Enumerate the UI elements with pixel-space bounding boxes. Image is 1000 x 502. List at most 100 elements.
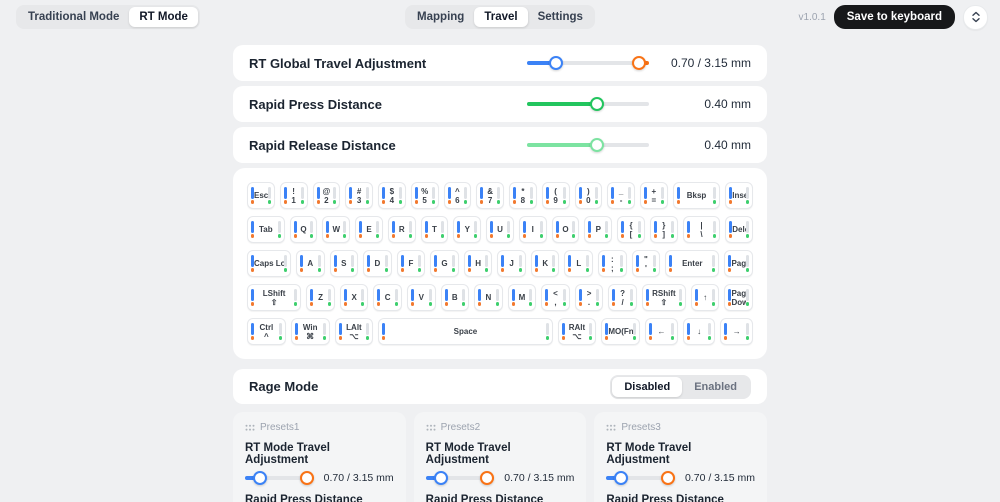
rt-indicator <box>746 323 749 340</box>
key-s[interactable]: S <box>330 250 359 277</box>
key--[interactable]: @2 <box>313 182 341 209</box>
tab-mapping[interactable]: Mapping <box>407 7 474 27</box>
key-y[interactable]: Y <box>453 216 481 243</box>
value-slider[interactable] <box>527 138 649 152</box>
key-l[interactable]: L <box>564 250 593 277</box>
save-to-keyboard-button[interactable]: Save to keyboard <box>834 5 955 29</box>
range-slider[interactable] <box>245 471 314 485</box>
rt-indicator <box>497 187 500 204</box>
tab-settings[interactable]: Settings <box>528 7 593 27</box>
min-thumb[interactable] <box>253 471 267 485</box>
mode-rt-mode[interactable]: RT Mode <box>129 7 198 27</box>
key-page[interactable]: PageDown <box>724 284 753 311</box>
key-k[interactable]: K <box>531 250 560 277</box>
key--[interactable]: ^6 <box>444 182 472 209</box>
slider-thumb[interactable] <box>590 97 604 111</box>
key-r[interactable]: R <box>388 216 416 243</box>
key-h[interactable]: H <box>464 250 493 277</box>
key--[interactable]: += <box>640 182 668 209</box>
key-esc[interactable]: Esc <box>247 182 275 209</box>
key--[interactable]: $4 <box>378 182 406 209</box>
min-thumb[interactable] <box>549 56 563 70</box>
key--[interactable]: |\ <box>683 216 721 243</box>
key--[interactable]: >. <box>575 284 604 311</box>
key-f[interactable]: F <box>397 250 426 277</box>
key-bksp[interactable]: Bksp <box>673 182 721 209</box>
key-ralt[interactable]: RAlt⌥ <box>558 318 597 345</box>
key-label: Delete <box>732 225 746 234</box>
key-rshift[interactable]: RShift⇧ <box>642 284 686 311</box>
key-delete[interactable]: Delete <box>725 216 753 243</box>
chevron-up-down-button[interactable] <box>963 5 988 30</box>
key-page-up[interactable]: Page Up <box>724 250 753 277</box>
key--[interactable]: _- <box>607 182 635 209</box>
key-n[interactable]: N <box>474 284 503 311</box>
key-d[interactable]: D <box>363 250 392 277</box>
key-e[interactable]: E <box>355 216 383 243</box>
key--[interactable]: }] <box>650 216 678 243</box>
key-ctrl[interactable]: Ctrl^ <box>247 318 286 345</box>
max-thumb[interactable] <box>480 471 494 485</box>
key-p[interactable]: P <box>584 216 612 243</box>
key-tab[interactable]: Tab <box>247 216 285 243</box>
rt-indicator <box>452 255 455 272</box>
range-slider[interactable] <box>426 471 495 485</box>
key-b[interactable]: B <box>441 284 470 311</box>
key--[interactable]: ↑ <box>691 284 720 311</box>
key-u[interactable]: U <box>486 216 514 243</box>
key--[interactable]: {[ <box>617 216 645 243</box>
key--[interactable]: &7 <box>476 182 504 209</box>
key-m[interactable]: M <box>508 284 537 311</box>
key-win[interactable]: Win⌘ <box>291 318 330 345</box>
min-thumb[interactable] <box>434 471 448 485</box>
key--[interactable]: !1 <box>280 182 308 209</box>
key-q[interactable]: Q <box>290 216 318 243</box>
key-j[interactable]: J <box>497 250 526 277</box>
key-v[interactable]: V <box>407 284 436 311</box>
key-c[interactable]: C <box>373 284 402 311</box>
key-lalt[interactable]: LAlt⌥ <box>335 318 374 345</box>
key--[interactable]: (9 <box>542 182 570 209</box>
grip-icon[interactable] <box>606 424 616 432</box>
key-o[interactable]: O <box>552 216 580 243</box>
range-slider[interactable] <box>606 471 675 485</box>
key-g[interactable]: G <box>430 250 459 277</box>
key--[interactable]: ← <box>645 318 678 345</box>
key--[interactable]: *8 <box>509 182 537 209</box>
key-x[interactable]: X <box>340 284 369 311</box>
key--[interactable]: ↓ <box>683 318 716 345</box>
key-a[interactable]: A <box>296 250 325 277</box>
key-mo-fn-[interactable]: MO(Fn) <box>601 318 640 345</box>
rage-disabled[interactable]: Disabled <box>612 377 682 397</box>
mode-traditional-mode[interactable]: Traditional Mode <box>18 7 129 27</box>
key-space[interactable]: Space <box>378 318 552 345</box>
key-i[interactable]: I <box>519 216 547 243</box>
key--[interactable]: <, <box>541 284 570 311</box>
key--[interactable]: %5 <box>411 182 439 209</box>
min-thumb[interactable] <box>614 471 628 485</box>
key--[interactable]: #3 <box>345 182 373 209</box>
key-label: |\ <box>690 221 714 239</box>
key--[interactable]: → <box>720 318 753 345</box>
key-caps-lock[interactable]: Caps Lock <box>247 250 291 277</box>
key--[interactable]: ?/ <box>608 284 637 311</box>
key--[interactable]: "' <box>632 250 661 277</box>
value-slider[interactable] <box>527 97 649 111</box>
slider-thumb[interactable] <box>590 138 604 152</box>
key-enter[interactable]: Enter <box>665 250 719 277</box>
rage-enabled[interactable]: Enabled <box>682 377 749 397</box>
key-insert[interactable]: Insert <box>725 182 753 209</box>
grip-icon[interactable] <box>245 424 255 432</box>
key-w[interactable]: W <box>322 216 350 243</box>
max-thumb[interactable] <box>300 471 314 485</box>
key-t[interactable]: T <box>421 216 449 243</box>
range-slider[interactable] <box>527 56 649 70</box>
max-thumb[interactable] <box>661 471 675 485</box>
max-thumb[interactable] <box>632 56 646 70</box>
key--[interactable]: )0 <box>575 182 603 209</box>
key-lshift[interactable]: LShift⇧ <box>247 284 301 311</box>
key-z[interactable]: Z <box>306 284 335 311</box>
grip-icon[interactable] <box>426 424 436 432</box>
key--[interactable]: :; <box>598 250 627 277</box>
tab-travel[interactable]: Travel <box>474 7 527 27</box>
